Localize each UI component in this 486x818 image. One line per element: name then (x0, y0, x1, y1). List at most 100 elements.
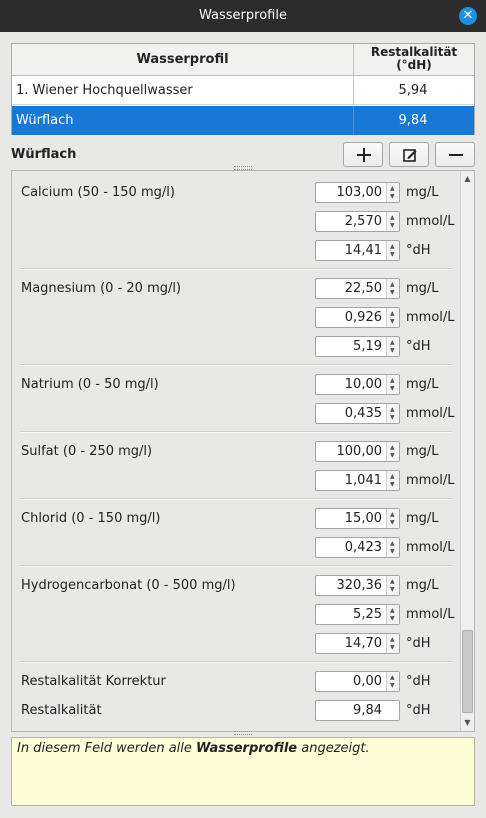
spinbox-value: 15,00 (344, 511, 382, 526)
spin-arrows-icon[interactable]: ▲ ▼ (386, 672, 399, 691)
scroll-up-icon[interactable]: ▲ (461, 172, 474, 186)
unit-label: mg/L (406, 185, 439, 200)
unit-label: °dH (406, 636, 431, 651)
spinbox-value: 103,00 (336, 185, 383, 200)
profile-value-cell: 5,94 (398, 83, 428, 98)
spin-arrows-icon[interactable]: ▲ ▼ (386, 375, 399, 394)
profile-name-cell: Würflach (12, 106, 354, 135)
spin-arrows-icon[interactable]: ▲ ▼ (386, 279, 399, 298)
field-value: 9,84 (353, 703, 382, 718)
table-row[interactable]: 1. Wiener Hochquellwasser 5,94 (12, 76, 474, 105)
spinbox-value: 1,041 (344, 473, 382, 488)
spin-arrows-icon[interactable]: ▲ ▼ (386, 404, 399, 423)
spinbox-value: 0,00 (353, 674, 382, 689)
unit-label: mmol/L (406, 310, 455, 325)
profile-name-cell: 1. Wiener Hochquellwasser (12, 76, 354, 105)
chlorid-mgl-spinbox[interactable]: 15,00 ▲ ▼ (315, 508, 400, 529)
calcium-mgl-spinbox[interactable]: 103,00 ▲ ▼ (315, 182, 400, 203)
sulfat-label: Sulfat (0 - 250 mg/l) (21, 444, 153, 459)
table-header: Wasserprofil Restalkalität (°dH) (12, 44, 474, 76)
hydrogencarbonat-dh-spinbox[interactable]: 14,70 ▲ ▼ (315, 633, 400, 654)
vertical-scrollbar[interactable]: ▲ ▼ (460, 171, 474, 731)
unit-label: mmol/L (406, 473, 455, 488)
remove-profile-button[interactable] (435, 142, 475, 167)
sulfat-mmol-spinbox[interactable]: 1,041 ▲ ▼ (315, 470, 400, 491)
spin-arrows-icon[interactable]: ▲ ▼ (386, 605, 399, 624)
spinbox-value: 10,00 (344, 377, 382, 392)
correction-spinbox[interactable]: 0,00 ▲ ▼ (315, 671, 400, 692)
spin-arrows-icon[interactable]: ▲ ▼ (386, 183, 399, 202)
edit-profile-button[interactable] (389, 142, 429, 167)
natrium-label: Natrium (0 - 50 mg/l) (21, 377, 159, 392)
correction-label: Restalkalität Korrektur (21, 674, 166, 689)
spinbox-value: 14,70 (344, 636, 382, 651)
spin-arrows-icon[interactable]: ▲ ▼ (386, 241, 399, 260)
unit-label: °dH (406, 339, 431, 354)
spinbox-value: 5,25 (353, 607, 382, 622)
spinbox-value: 320,36 (336, 578, 383, 593)
window-title: Wasserprofile (199, 8, 287, 23)
title-bar: Wasserprofile ✕ (0, 0, 486, 32)
unit-label: mg/L (406, 281, 439, 296)
magnesium-mgl-spinbox[interactable]: 22,50 ▲ ▼ (315, 278, 400, 299)
spinbox-value: 0,926 (344, 310, 382, 325)
column-header-restalkalitaet[interactable]: Restalkalität (°dH) (354, 46, 474, 72)
hydrogencarbonat-label: Hydrogencarbonat (0 - 500 mg/l) (21, 578, 236, 593)
plus-icon (357, 148, 371, 162)
chlorid-label: Chlorid (0 - 150 mg/l) (21, 511, 161, 526)
selected-profile-title: Würflach (11, 147, 77, 162)
spin-arrows-icon[interactable]: ▲ ▼ (386, 509, 399, 528)
scrollbar-thumb[interactable] (462, 630, 473, 713)
divider (20, 498, 452, 500)
natrium-mgl-spinbox[interactable]: 10,00 ▲ ▼ (315, 374, 400, 395)
spinbox-value: 0,435 (344, 406, 382, 421)
scroll-down-icon[interactable]: ▼ (461, 716, 474, 730)
divider (20, 565, 452, 567)
column-header-wasserprofil[interactable]: Wasserprofil (12, 44, 354, 75)
spin-arrows-icon[interactable]: ▲ ▼ (386, 634, 399, 653)
profiles-table: Wasserprofil Restalkalität (°dH) 1. Wien… (11, 43, 475, 135)
unit-label: mmol/L (406, 214, 455, 229)
calcium-label: Calcium (50 - 150 mg/l) (21, 185, 175, 200)
spinbox-value: 0,423 (344, 540, 382, 555)
divider (20, 364, 452, 366)
unit-label: mmol/L (406, 406, 455, 421)
calcium-dh-spinbox[interactable]: 14,41 ▲ ▼ (315, 240, 400, 261)
spinbox-value: 100,00 (336, 444, 383, 459)
spin-arrows-icon[interactable]: ▲ ▼ (386, 538, 399, 557)
calcium-mmol-spinbox[interactable]: 2,570 ▲ ▼ (315, 211, 400, 232)
restalkalitaet-label: Restalkalität (21, 703, 102, 718)
natrium-mmol-spinbox[interactable]: 0,435 ▲ ▼ (315, 403, 400, 424)
sulfat-mgl-spinbox[interactable]: 100,00 ▲ ▼ (315, 441, 400, 462)
unit-label: mg/L (406, 511, 439, 526)
table-row-selected[interactable]: Würflach 9,84 (12, 106, 474, 135)
spin-arrows-icon[interactable]: ▲ ▼ (386, 442, 399, 461)
spinbox-value: 2,570 (344, 214, 382, 229)
close-icon[interactable]: ✕ (459, 7, 477, 25)
hydrogencarbonat-mmol-spinbox[interactable]: 5,25 ▲ ▼ (315, 604, 400, 625)
unit-label: mmol/L (406, 607, 455, 622)
profile-value-cell: 9,84 (398, 113, 428, 128)
splitter-handle[interactable] (234, 731, 252, 735)
help-text-prefix: In diesem Feld werden alle (17, 741, 197, 756)
spin-arrows-icon[interactable]: ▲ ▼ (386, 576, 399, 595)
hydrogencarbonat-mgl-spinbox[interactable]: 320,36 ▲ ▼ (315, 575, 400, 596)
spin-arrows-icon[interactable]: ▲ ▼ (386, 212, 399, 231)
unit-label: mmol/L (406, 540, 455, 555)
magnesium-label: Magnesium (0 - 20 mg/l) (21, 281, 182, 296)
unit-label: °dH (406, 674, 431, 689)
spin-arrows-icon[interactable]: ▲ ▼ (386, 308, 399, 327)
spinbox-value: 5,19 (353, 339, 382, 354)
spinbox-value: 14,41 (344, 243, 382, 258)
unit-label: °dH (406, 243, 431, 258)
add-profile-button[interactable] (343, 142, 383, 167)
help-text-suffix: angezeigt. (297, 741, 370, 756)
magnesium-dh-spinbox[interactable]: 5,19 ▲ ▼ (315, 336, 400, 357)
spin-arrows-icon[interactable]: ▲ ▼ (386, 471, 399, 490)
magnesium-mmol-spinbox[interactable]: 0,926 ▲ ▼ (315, 307, 400, 328)
spin-arrows-icon[interactable]: ▲ ▼ (386, 337, 399, 356)
help-text-box: In diesem Feld werden alle Wasserprofile… (11, 737, 475, 806)
divider (20, 431, 452, 433)
unit-label: mg/L (406, 444, 439, 459)
chlorid-mmol-spinbox[interactable]: 0,423 ▲ ▼ (315, 537, 400, 558)
